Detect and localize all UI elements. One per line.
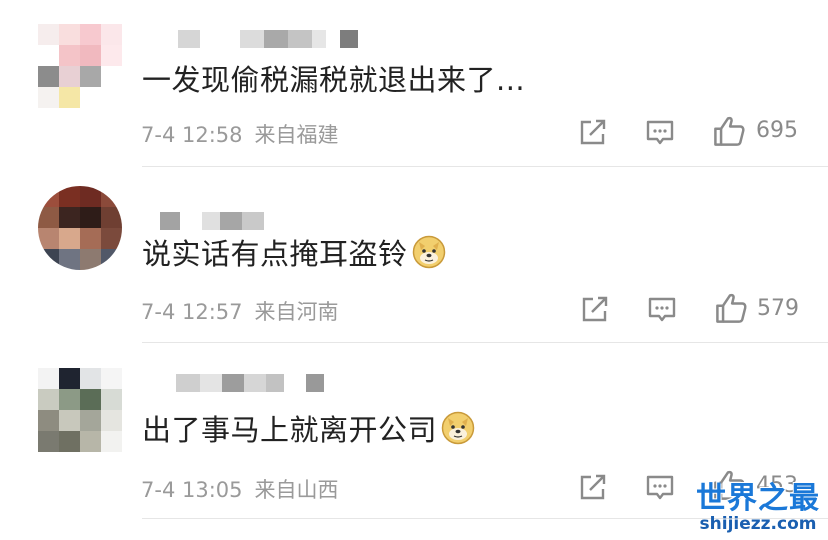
watermark-logo: 世界之最 shijiezz.com [696, 480, 820, 534]
username[interactable] [160, 30, 358, 50]
comment-icon[interactable] [645, 473, 675, 503]
watermark-title: 世界之最 [696, 480, 820, 516]
comment-text: 出了事马上就离开公司 [142, 408, 475, 448]
comment-meta: 7-4 13:05 来自山西 [141, 474, 339, 504]
divider [142, 342, 828, 343]
share-icon[interactable] [580, 294, 610, 324]
doge-emoji [441, 411, 475, 445]
username[interactable] [160, 374, 324, 394]
comment-text-content: 出了事马上就离开公司 [142, 413, 438, 447]
watermark-url: shijiezz.com [699, 513, 817, 534]
avatar[interactable] [38, 368, 122, 452]
like-count: 695 [756, 118, 798, 143]
comment-location: 来自河南 [254, 300, 339, 324]
comment-text-content: 一发现偷税漏税就退出来了... [142, 63, 526, 97]
thumbs-up-icon[interactable] [714, 291, 748, 325]
comment-date: 7-4 12:57 [141, 300, 243, 324]
comment-icon[interactable] [647, 295, 677, 325]
avatar[interactable] [38, 186, 122, 270]
comment-meta: 7-4 12:57 来自河南 [141, 296, 339, 326]
divider [142, 166, 828, 167]
comment-text-content: 说实话有点掩耳盗铃 [142, 237, 408, 271]
avatar[interactable] [38, 24, 122, 108]
comment-location: 来自山西 [254, 478, 339, 502]
comment-icon[interactable] [645, 118, 675, 148]
thumbs-up-icon[interactable] [712, 114, 746, 148]
share-icon[interactable] [578, 117, 608, 147]
comment-text: 说实话有点掩耳盗铃 [142, 232, 446, 272]
comment-location: 来自福建 [254, 123, 339, 147]
share-icon[interactable] [578, 472, 608, 502]
comment-meta: 7-4 12:58 来自福建 [141, 119, 339, 149]
comment-date: 7-4 13:05 [141, 478, 243, 502]
comment-date: 7-4 12:58 [141, 123, 243, 147]
doge-emoji [412, 235, 446, 269]
like-count: 579 [757, 296, 799, 321]
username[interactable] [160, 212, 264, 232]
comment-text: 一发现偷税漏税就退出来了... [142, 58, 525, 98]
